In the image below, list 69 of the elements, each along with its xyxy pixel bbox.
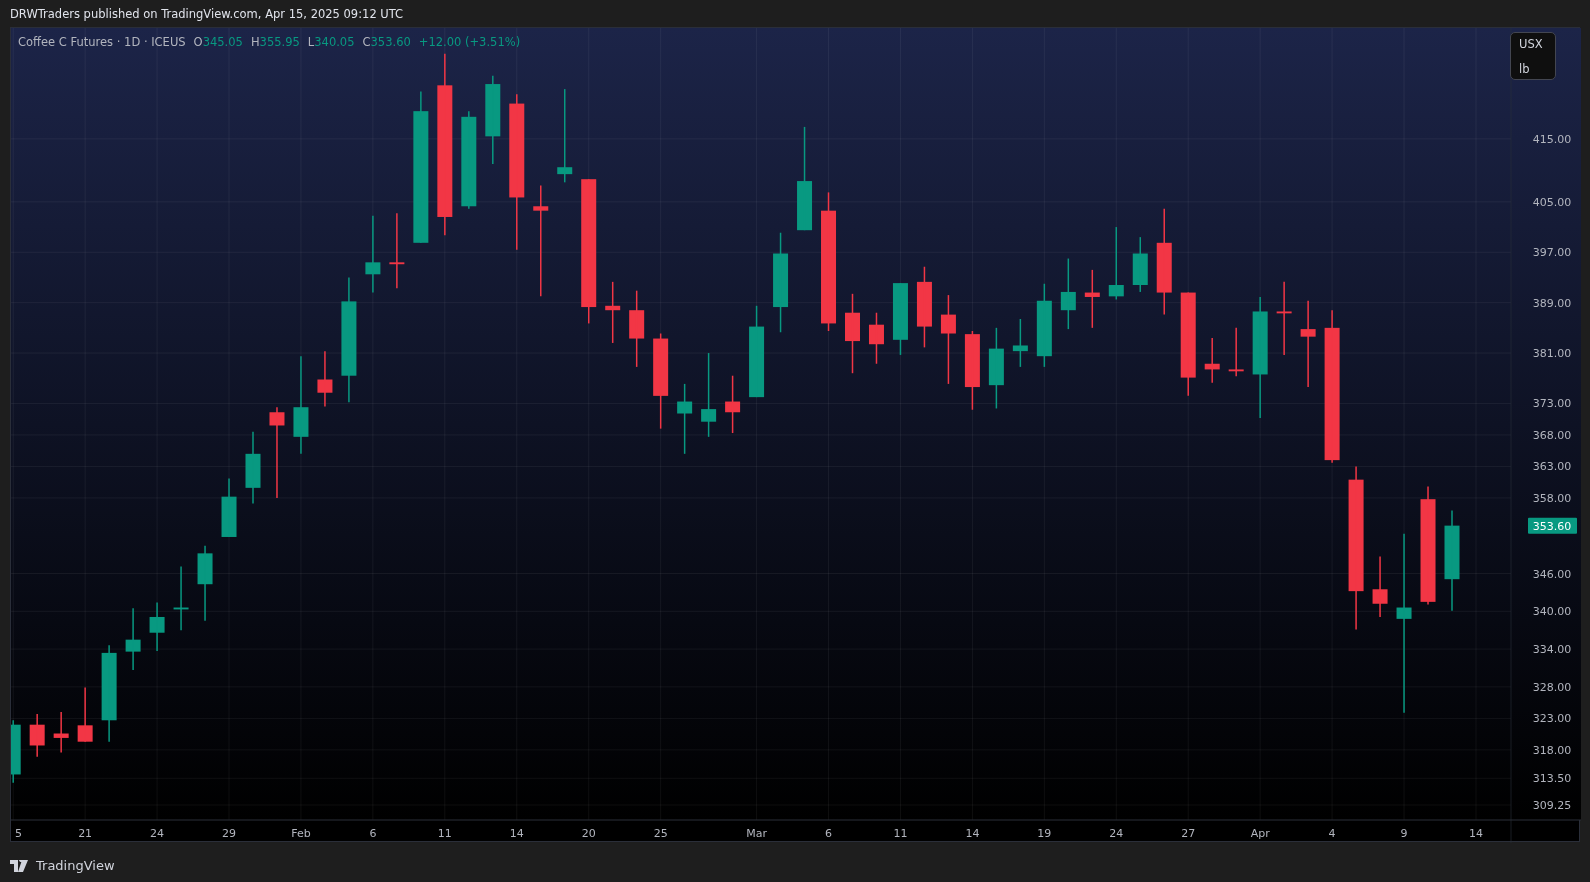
price-tick-label: 340.00	[1532, 605, 1572, 619]
price-tick-label: 415.00	[1532, 132, 1572, 146]
date-tick-label: 29	[222, 827, 236, 840]
date-tick-label: 14	[965, 827, 980, 840]
ohlc-value: H355.95	[250, 34, 300, 51]
symbol-title: Coffee C Futures · 1D · ICEUS	[18, 34, 186, 51]
date-tick-label: 19	[1037, 827, 1052, 840]
date-tick-label: Feb	[291, 827, 311, 840]
ohlc-value: O345.05	[193, 34, 243, 51]
candle	[869, 311, 884, 365]
candle	[221, 477, 237, 538]
price-tick-label: 397.00	[1532, 246, 1572, 260]
date-tick-label: 25	[653, 827, 668, 840]
brand-name: TradingView	[36, 857, 115, 876]
date-tick-label: 6	[825, 827, 832, 840]
price-tick-label: 358.00	[1532, 491, 1572, 505]
ohlc-value: L340.05	[307, 34, 355, 51]
date-tick-label: Mar	[746, 827, 767, 840]
candle	[317, 350, 333, 408]
candle	[725, 374, 741, 434]
unit-panel[interactable]: USX lb	[1510, 32, 1556, 80]
price-tick-label: 405.00	[1532, 195, 1572, 209]
date-tick-label: 14	[1469, 827, 1483, 840]
price-tick-label: 328.00	[1532, 680, 1572, 694]
date-tick-label: 11	[437, 827, 452, 840]
candle	[1372, 555, 1388, 618]
date-tick-label: Apr	[1250, 827, 1270, 840]
candle	[29, 713, 45, 758]
date-tick-label: 6	[369, 827, 377, 840]
publish-info: DRWTraders published on TradingView.com, Apr 15, 2025 09:12 UTC	[10, 7, 404, 21]
date-tick-label: 27	[1181, 827, 1196, 840]
currency-label: USX	[1519, 36, 1544, 53]
price-tick-label: 313.50	[1532, 772, 1572, 786]
price-tick-label: 318.00	[1532, 743, 1572, 757]
date-tick-label: 11	[893, 827, 908, 840]
candle	[677, 383, 693, 455]
candle	[605, 281, 621, 344]
date-tick-label: 5	[15, 827, 22, 840]
price-tick-label: 346.00	[1532, 567, 1572, 581]
candle	[125, 607, 141, 671]
candle	[11, 719, 21, 784]
price-tick-label: 309.25	[1532, 799, 1572, 812]
date-tick-label: 4	[1328, 827, 1336, 840]
candle	[1132, 236, 1148, 293]
price-tick-label: 381.00	[1532, 347, 1572, 361]
price-tick-label: 389.00	[1532, 296, 1572, 310]
candle	[1084, 269, 1100, 329]
price-tick-label: 323.00	[1532, 712, 1572, 726]
price-tick-label: 368.00	[1532, 428, 1572, 442]
candle	[173, 565, 189, 631]
date-tick-label: 24	[150, 827, 165, 840]
unit-label: lb	[1519, 61, 1531, 79]
price-change: +12.00 (+3.51%)	[418, 34, 521, 51]
ohlc-value: C353.60	[362, 34, 411, 51]
candle	[149, 601, 165, 652]
date-tick-label: 21	[78, 827, 93, 840]
candle	[77, 686, 93, 743]
candle	[53, 711, 69, 754]
date-tick-label: 14	[509, 827, 524, 840]
logo-icon	[10, 860, 30, 872]
date-tick-label: 20	[581, 827, 596, 840]
date-tick-label: 24	[1109, 827, 1124, 840]
price-tick-label: 334.00	[1532, 643, 1572, 657]
candle	[1012, 318, 1028, 368]
date-tick-label: 9	[1400, 827, 1408, 840]
candle	[1204, 337, 1220, 384]
price-tick-label: 363.00	[1532, 460, 1572, 474]
price-tick-label: 373.00	[1532, 397, 1572, 411]
candle	[1228, 327, 1244, 378]
